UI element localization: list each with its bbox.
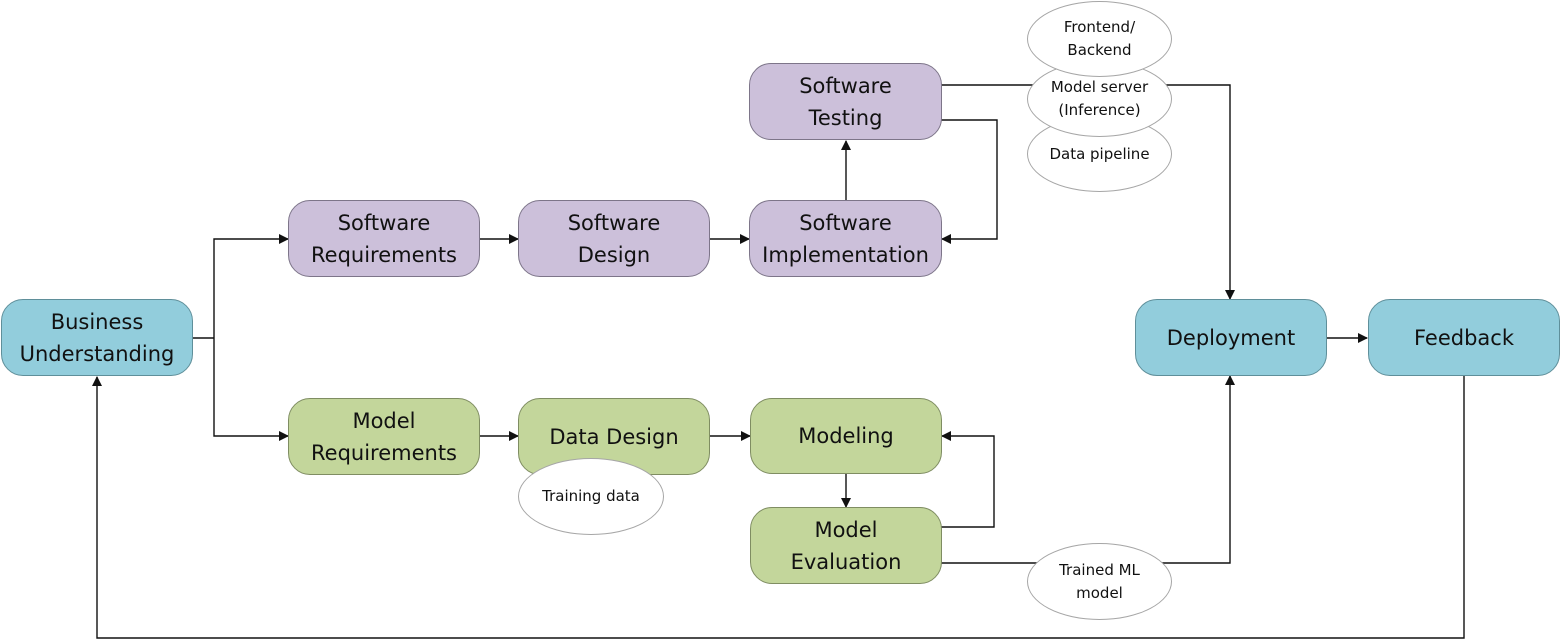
node-software-testing: Software Testing (749, 63, 942, 140)
node-model-evaluation: Model Evaluation (750, 507, 942, 584)
edge-to-model-requirements (213, 338, 289, 441)
edge-evaluation-to-deployment (941, 375, 1235, 564)
node-deployment: Deployment (1135, 299, 1327, 376)
node-model-requirements: Model Requirements (288, 398, 480, 475)
artifact-training-data: Training data (518, 458, 664, 535)
node-modeling: Modeling (750, 398, 942, 474)
node-software-design: Software Design (518, 200, 710, 277)
node-software-implementation: Software Implementation (749, 200, 942, 277)
node-business-understanding: Business Understanding (1, 299, 193, 376)
node-software-requirements: Software Requirements (288, 200, 480, 277)
node-feedback: Feedback (1368, 299, 1560, 376)
edge-to-software-requirements (213, 234, 289, 338)
edge-evaluation-to-modeling (941, 431, 995, 528)
artifact-frontend-backend: Frontend/ Backend (1027, 1, 1172, 77)
ml-software-lifecycle-diagram: Business Understanding Software Requirem… (0, 0, 1561, 640)
edge-swtest-to-swimpl (941, 119, 998, 244)
artifact-trained-ml-model: Trained ML model (1027, 543, 1172, 620)
